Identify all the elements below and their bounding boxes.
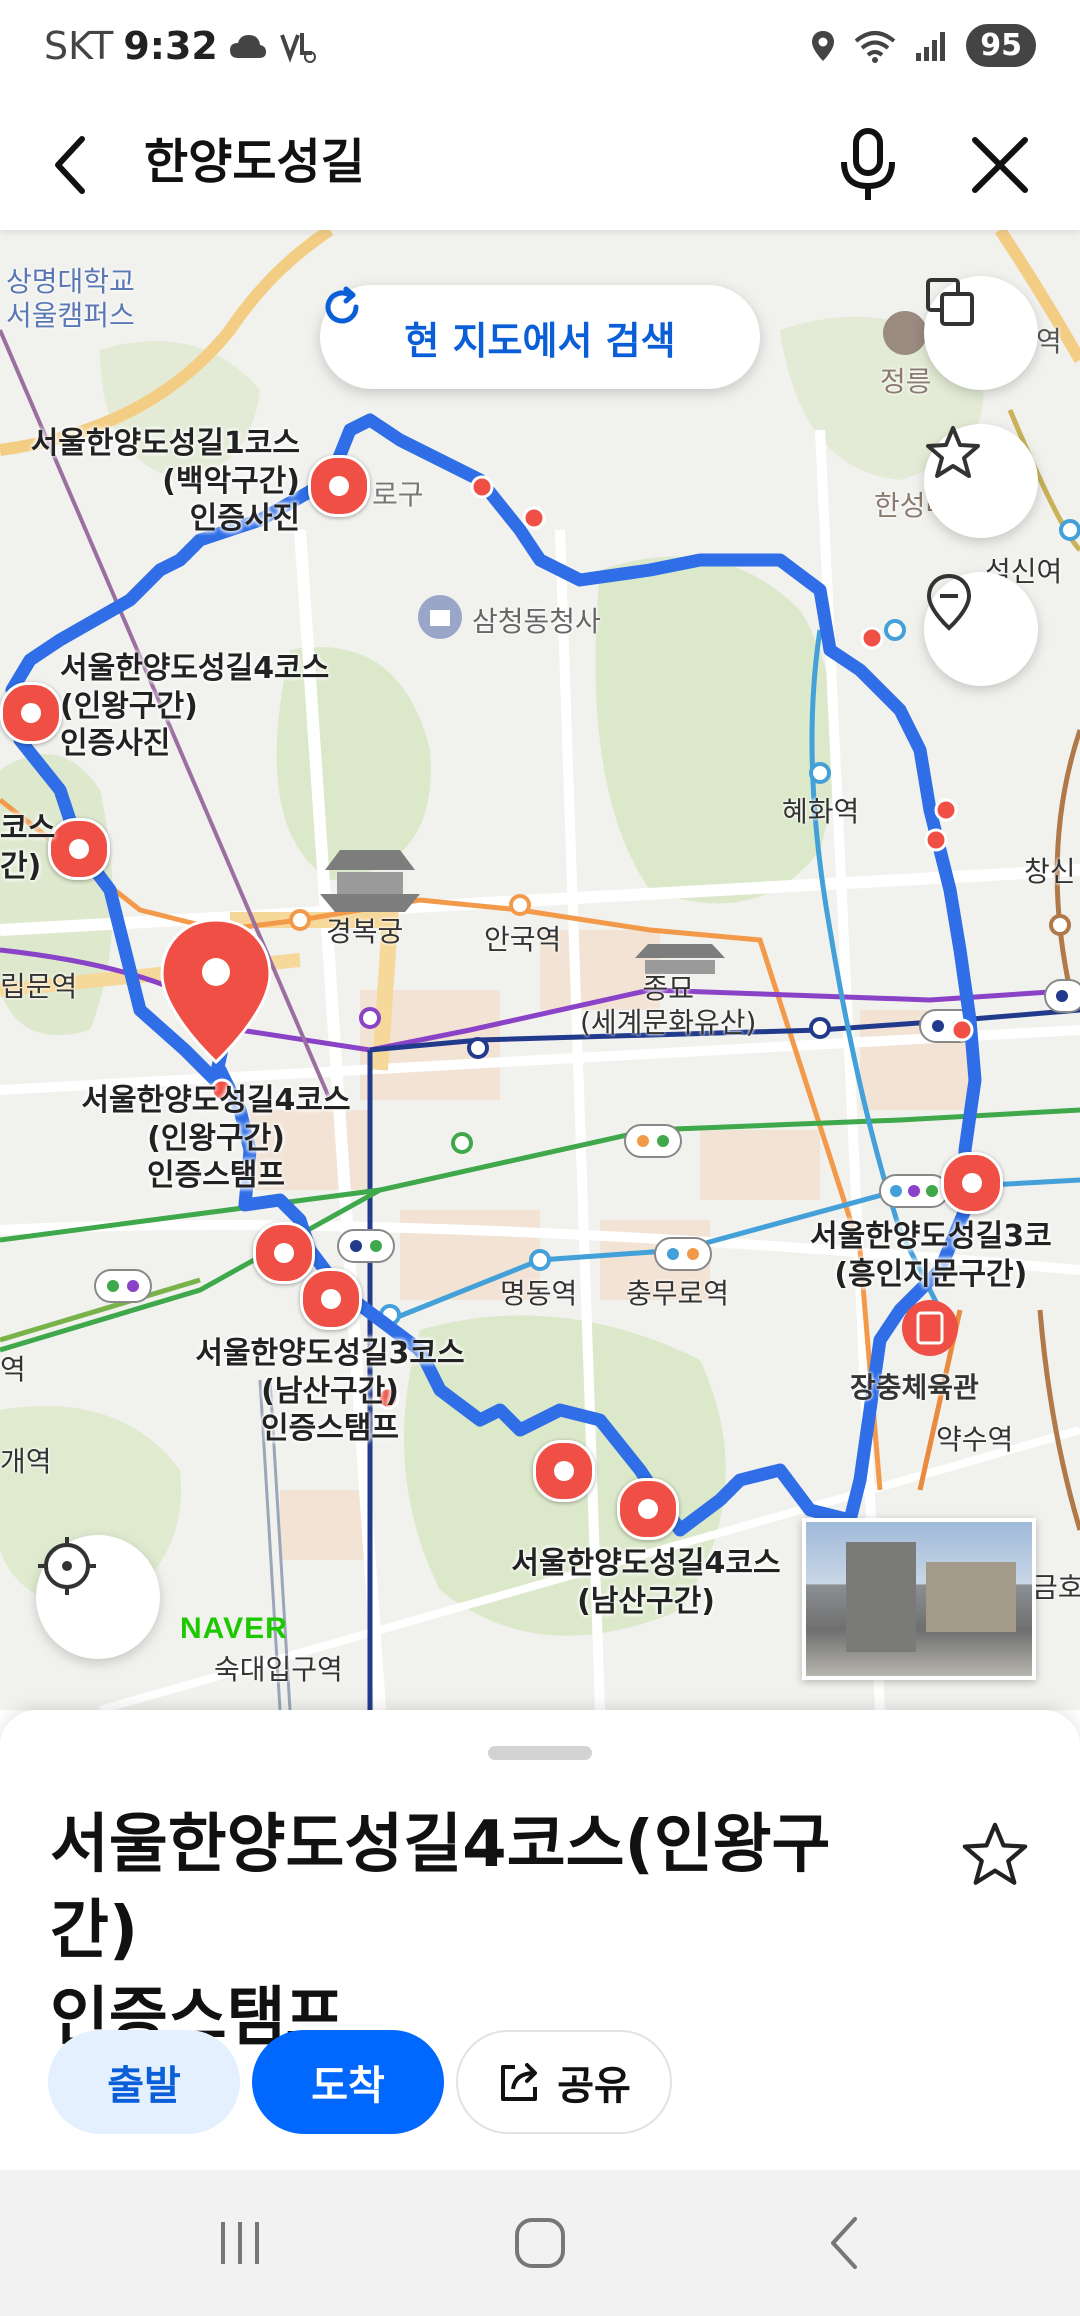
- map-marker-namsan-b[interactable]: [533, 1440, 595, 1502]
- voice-search-button[interactable]: [823, 120, 913, 210]
- pin-label-course3-heunginjimun: 서울한양도성길3코 (흥인지문구간): [810, 1219, 1052, 1292]
- place-label-samcheong: 삼청동청사: [472, 605, 601, 638]
- status-bar: SKT 9:32 95: [0, 0, 1080, 100]
- place-title: 서울한양도성길4코스(인왕구간) 인증스탬프: [50, 1808, 831, 2055]
- system-nav-bar: [0, 2170, 1080, 2316]
- naver-logo: NAVER: [180, 1612, 288, 1645]
- place-label-anguk: 안국역: [484, 923, 562, 956]
- current-location-button[interactable]: [36, 1535, 160, 1659]
- crosshair-icon: [38, 1537, 96, 1595]
- star-outline-icon: [926, 426, 980, 478]
- map-marker-course4-namsan[interactable]: [617, 1478, 679, 1540]
- place-bottom-sheet[interactable]: 서울한양도성길4코스(인왕구간) 인증스탬프 출발 도착 공유: [0, 1710, 1080, 2170]
- share-button[interactable]: 공유: [456, 2030, 672, 2134]
- back-button[interactable]: [30, 125, 110, 205]
- selected-place-pin[interactable]: [158, 916, 274, 1066]
- depart-label: 출발: [107, 2063, 181, 2109]
- chevron-left-icon: [55, 136, 85, 194]
- location-icon: [812, 30, 835, 61]
- nav-back-button[interactable]: [795, 2200, 895, 2286]
- arrive-button[interactable]: 도착: [252, 2030, 444, 2134]
- place-label-gaeyeok: 개역: [0, 1445, 52, 1478]
- wifi-icon: [854, 30, 896, 63]
- map-marker-course-left[interactable]: [48, 818, 110, 880]
- star-outline-icon: [962, 1822, 1028, 1885]
- close-icon: [972, 137, 1028, 193]
- place-label-gyeongbokgung: 경복궁: [326, 915, 404, 948]
- place-label-station-left: 역: [0, 1353, 26, 1386]
- map-marker-course4-photo[interactable]: [0, 682, 62, 744]
- pin-label-course-left: 코스 간): [0, 811, 56, 884]
- carrier-label: SKT: [44, 24, 114, 68]
- recent-apps-button[interactable]: [190, 2200, 290, 2286]
- search-this-area-label: 현 지도에서 검색: [404, 318, 676, 363]
- volte-icon: [279, 33, 316, 63]
- clock: 9:32: [123, 24, 218, 68]
- place-label-jeongneung: 정릉: [880, 365, 932, 398]
- home-button[interactable]: [490, 2200, 590, 2286]
- place-label-myeongdong: 명동역: [500, 1277, 578, 1310]
- place-label-univ: 상명대학교 서울캠퍼스: [6, 265, 135, 332]
- home-icon: [515, 2218, 565, 2268]
- save-place-button[interactable]: [950, 1810, 1040, 1900]
- map-marker-course3-namsan[interactable]: [300, 1268, 362, 1330]
- place-label-yaksu: 약수역: [936, 1423, 1014, 1456]
- depart-button[interactable]: 출발: [48, 2030, 240, 2134]
- place-label-sookmyung: 숙대입구역: [214, 1653, 343, 1686]
- place-label-rimmun: 립문역: [0, 970, 78, 1003]
- refresh-icon: [325, 286, 359, 324]
- pin-label-course1: 서울한양도성길1코스 (백악구간) 인증사진: [30, 426, 300, 536]
- layers-icon: [926, 278, 974, 326]
- location-pin-icon: [926, 573, 972, 631]
- cloud-icon: [229, 35, 266, 58]
- place-label-jongmyo: 종묘 (세계문화유산): [580, 972, 757, 1039]
- battery-badge: 95: [966, 24, 1036, 67]
- map-marker-namsan-a[interactable]: [253, 1222, 315, 1284]
- place-label-seokbuk: 역: [1036, 325, 1062, 358]
- search-query[interactable]: 한양도성길: [144, 122, 365, 192]
- building-shape: [846, 1542, 916, 1652]
- place-label-changsin: 창신: [1024, 855, 1076, 888]
- pin-label-course4-namsan: 서울한양도성길4코스 (남산구간): [511, 1546, 781, 1619]
- close-button[interactable]: [955, 120, 1045, 210]
- pin-label-course4-photo: 서울한양도성길4코스 (인왕구간) 인증사진: [60, 651, 330, 761]
- map-marker-course1[interactable]: [308, 455, 370, 517]
- signal-icon: [916, 31, 946, 61]
- pin-label-course3-stamp: 서울한양도성길3코스 (남산구간) 인증스탬프: [195, 1336, 465, 1446]
- recent-apps-icon: [221, 2222, 259, 2264]
- share-icon: [501, 2063, 538, 2101]
- building-shape: [926, 1562, 1016, 1632]
- map-view[interactable]: 상명대학교 서울캠퍼스 삼청동청사 정릉 역 한성대입구 석신여 혜화역 창신 …: [0, 230, 1080, 1710]
- place-label-hyehwa: 혜화역: [782, 795, 860, 828]
- place-marker-button[interactable]: [924, 572, 1038, 686]
- map-marker-course3-heunginjimun[interactable]: [941, 1152, 1003, 1214]
- pin-label-course4-stamp: 서울한양도성길4코스 (인왕구간) 인증스탬프: [81, 1083, 351, 1193]
- place-label-geumho: 금호: [1032, 1571, 1080, 1604]
- microphone-icon: [841, 128, 895, 200]
- map-layers-button[interactable]: [924, 276, 1038, 390]
- place-label-jongno-gu: 로구: [372, 478, 424, 511]
- sheet-grabber[interactable]: [488, 1746, 592, 1760]
- place-label-jangchung: 장충체육관: [850, 1371, 979, 1404]
- search-header: 한양도성길: [0, 100, 1080, 230]
- street-view-thumbnail[interactable]: [802, 1518, 1036, 1680]
- place-label-chungmuro: 충무로역: [626, 1277, 730, 1310]
- favorites-button[interactable]: [924, 424, 1038, 538]
- share-label: 공유: [557, 2063, 631, 2109]
- arrive-label: 도착: [311, 2063, 385, 2109]
- back-arrow-icon: [831, 2217, 857, 2269]
- search-this-area-button[interactable]: 현 지도에서 검색: [320, 285, 760, 389]
